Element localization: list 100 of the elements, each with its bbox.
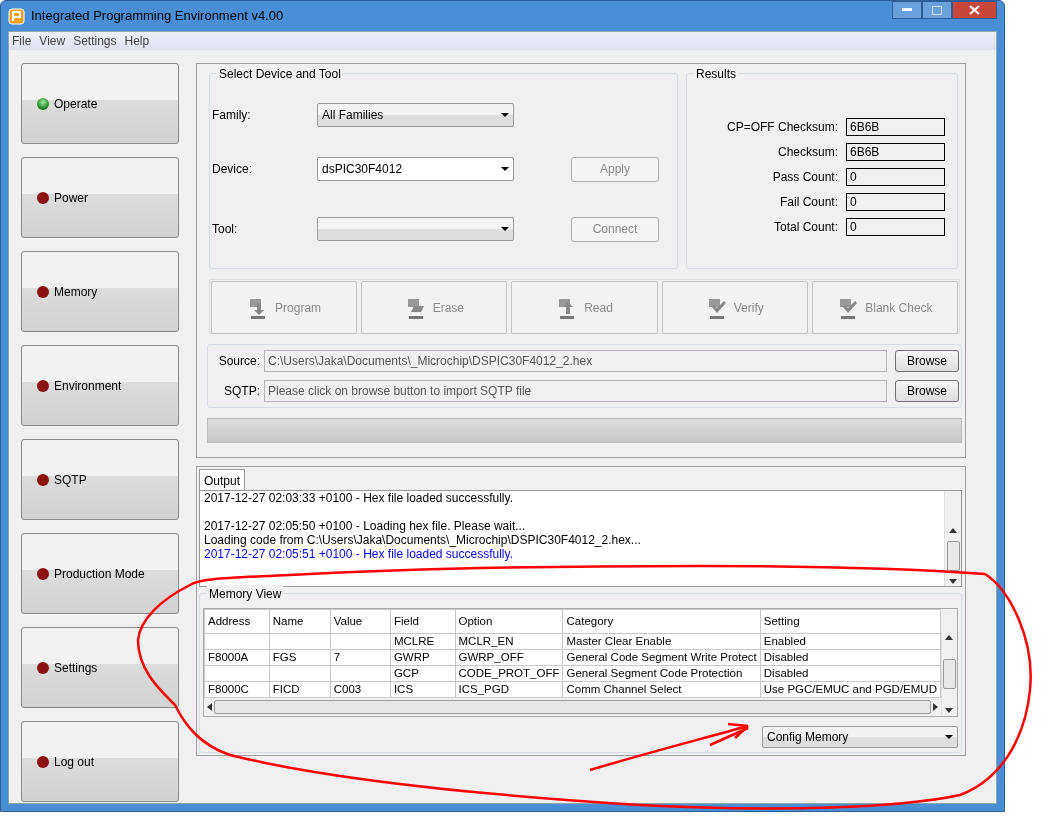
table-cell: MCLRE: [390, 633, 455, 650]
field-label: Family:: [212, 107, 252, 124]
chip-arrow-icon: [837, 296, 860, 319]
column-header[interactable]: Address: [204, 609, 270, 634]
app-logo-icon: [8, 7, 25, 25]
table-cell: Disabled: [760, 665, 941, 682]
table-cell: Disabled: [760, 649, 941, 666]
table-cell: 7: [330, 649, 391, 666]
column-header[interactable]: Field: [390, 609, 455, 634]
result-field: 0: [846, 217, 945, 236]
table-cell: [204, 633, 270, 650]
sidebar-button[interactable]: Operate: [21, 63, 179, 144]
table-cell: GWRP_OFF: [455, 649, 563, 666]
table-cell: [269, 665, 331, 682]
column-header[interactable]: Value: [330, 609, 391, 634]
sidebar-button[interactable]: Settings: [21, 627, 179, 708]
group-title: Memory View: [207, 585, 284, 603]
log-line: Loading code from C:\Users\Jaka\Documents\_Microchip\DSPIC30F4012_2.hex...: [204, 533, 642, 547]
scrollbar-thumb[interactable]: [943, 659, 956, 689]
table-cell: C003: [330, 681, 391, 698]
table-cell: [269, 633, 331, 650]
window-title: Integrated Programming Environment v4.00: [31, 7, 284, 26]
table-cell: MCLR_EN: [455, 633, 563, 650]
table-cell: Use PGC/EMUC and PGD/EMUD: [760, 681, 941, 698]
log-line: 2017-12-27 02:03:33 +0100 - Hex file loaded successfully.: [204, 491, 514, 505]
horizontal-scrollbar[interactable]: [204, 698, 941, 716]
table-cell: GCP: [390, 665, 455, 682]
table-cell: FGS: [269, 649, 331, 666]
table-cell: GWRP: [390, 649, 455, 666]
scroll-up-arrow-icon[interactable]: [949, 528, 957, 533]
column-header[interactable]: Option: [455, 609, 563, 634]
dropdown[interactable]: All Families: [317, 103, 514, 127]
table-cell: F8000A: [204, 649, 270, 666]
browse-button[interactable]: Browse: [895, 350, 959, 372]
table-cell: Enabled: [760, 633, 941, 650]
table-cell: ICS_PGD: [455, 681, 563, 698]
menu-item[interactable]: Help: [124, 32, 150, 50]
table-cell: FICD: [269, 681, 331, 698]
field-label: Source:: [217, 353, 260, 370]
caret-icon: [501, 227, 509, 231]
menu-item[interactable]: File: [12, 32, 32, 50]
close-button[interactable]: [952, 1, 997, 19]
table-cell: General Segment Code Protection: [563, 665, 761, 682]
field-label: Device:: [212, 161, 253, 178]
result-field: 6B6B: [846, 117, 945, 136]
menu-item[interactable]: View: [39, 32, 66, 50]
table-cell: CODE_PROT_OFF: [455, 665, 563, 682]
browse-button[interactable]: Browse: [895, 380, 959, 402]
sidebar-button[interactable]: Memory: [21, 251, 179, 332]
tab[interactable]: Output: [199, 469, 245, 490]
column-header[interactable]: Category: [563, 609, 761, 634]
column-header[interactable]: Setting: [760, 609, 941, 634]
result-field: 0: [846, 167, 945, 186]
field-label: SQTP:: [223, 383, 260, 400]
table-cell: ICS: [390, 681, 455, 698]
log-line: 2017-12-27 02:05:51 +0100 - Hex file loaded successfully.: [204, 547, 514, 561]
sidebar-button[interactable]: Environment: [21, 345, 179, 426]
sidebar-button[interactable]: Log out: [21, 721, 179, 802]
table-cell: General Code Segment Write Protect: [563, 649, 761, 666]
dropdown[interactable]: Config Memory: [762, 726, 958, 748]
sidebar-button[interactable]: SQTP: [21, 439, 179, 520]
table-cell: F8000C: [204, 681, 270, 698]
table-cell: [330, 633, 391, 650]
scroll-down-arrow-icon[interactable]: [945, 708, 954, 713]
result-label: Total Count:: [773, 218, 838, 236]
table-cell: Comm Channel Select: [563, 681, 761, 698]
dropdown[interactable]: [317, 217, 514, 241]
log-line: 2017-12-27 02:05:50 +0100 - Loading hex file. Please wait...: [204, 518, 527, 533]
scroll-up-arrow-icon[interactable]: [945, 635, 954, 640]
minimize-icon: [902, 8, 912, 12]
scroll-left-arrow-icon[interactable]: [207, 703, 212, 711]
result-field: 6B6B: [846, 142, 945, 161]
vertical-scrollbar[interactable]: [944, 491, 961, 586]
dropdown[interactable]: dsPIC30F4012: [317, 157, 514, 181]
path-field[interactable]: Please click on browse button to import SQTP file: [264, 380, 887, 402]
result-label: Fail Count:: [779, 193, 838, 211]
scrollbar-thumb[interactable]: [946, 541, 960, 571]
result-label: Pass Count:: [772, 168, 838, 186]
scroll-right-arrow-icon[interactable]: [933, 703, 938, 711]
table-cell: [330, 665, 391, 682]
table-cell: Master Clear Enable: [563, 633, 761, 650]
maximize-icon: [932, 5, 942, 15]
column-header[interactable]: Name: [269, 609, 331, 634]
field-label: Tool:: [212, 221, 239, 238]
menu-item[interactable]: Settings: [73, 32, 117, 50]
path-field[interactable]: C:\Users\Jaka\Documents\_Microchip\DSPIC30F4012_2.hex: [264, 350, 887, 372]
table-cell: [204, 665, 270, 682]
maximize-button[interactable]: [922, 1, 952, 19]
caret-icon: [501, 167, 509, 171]
result-label: Checksum:: [777, 143, 838, 161]
result-label: CP=OFF Checksum:: [726, 118, 838, 136]
result-field: 0: [846, 192, 945, 211]
caret-icon: [501, 113, 509, 117]
close-icon: [969, 5, 980, 15]
sidebar-button[interactable]: Production Mode: [21, 533, 179, 614]
minimize-button[interactable]: [892, 1, 922, 19]
sidebar-button[interactable]: Power: [21, 157, 179, 238]
scroll-down-arrow-icon[interactable]: [949, 579, 957, 584]
scrollbar-thumb[interactable]: [214, 700, 931, 714]
caret-icon: [945, 735, 953, 739]
